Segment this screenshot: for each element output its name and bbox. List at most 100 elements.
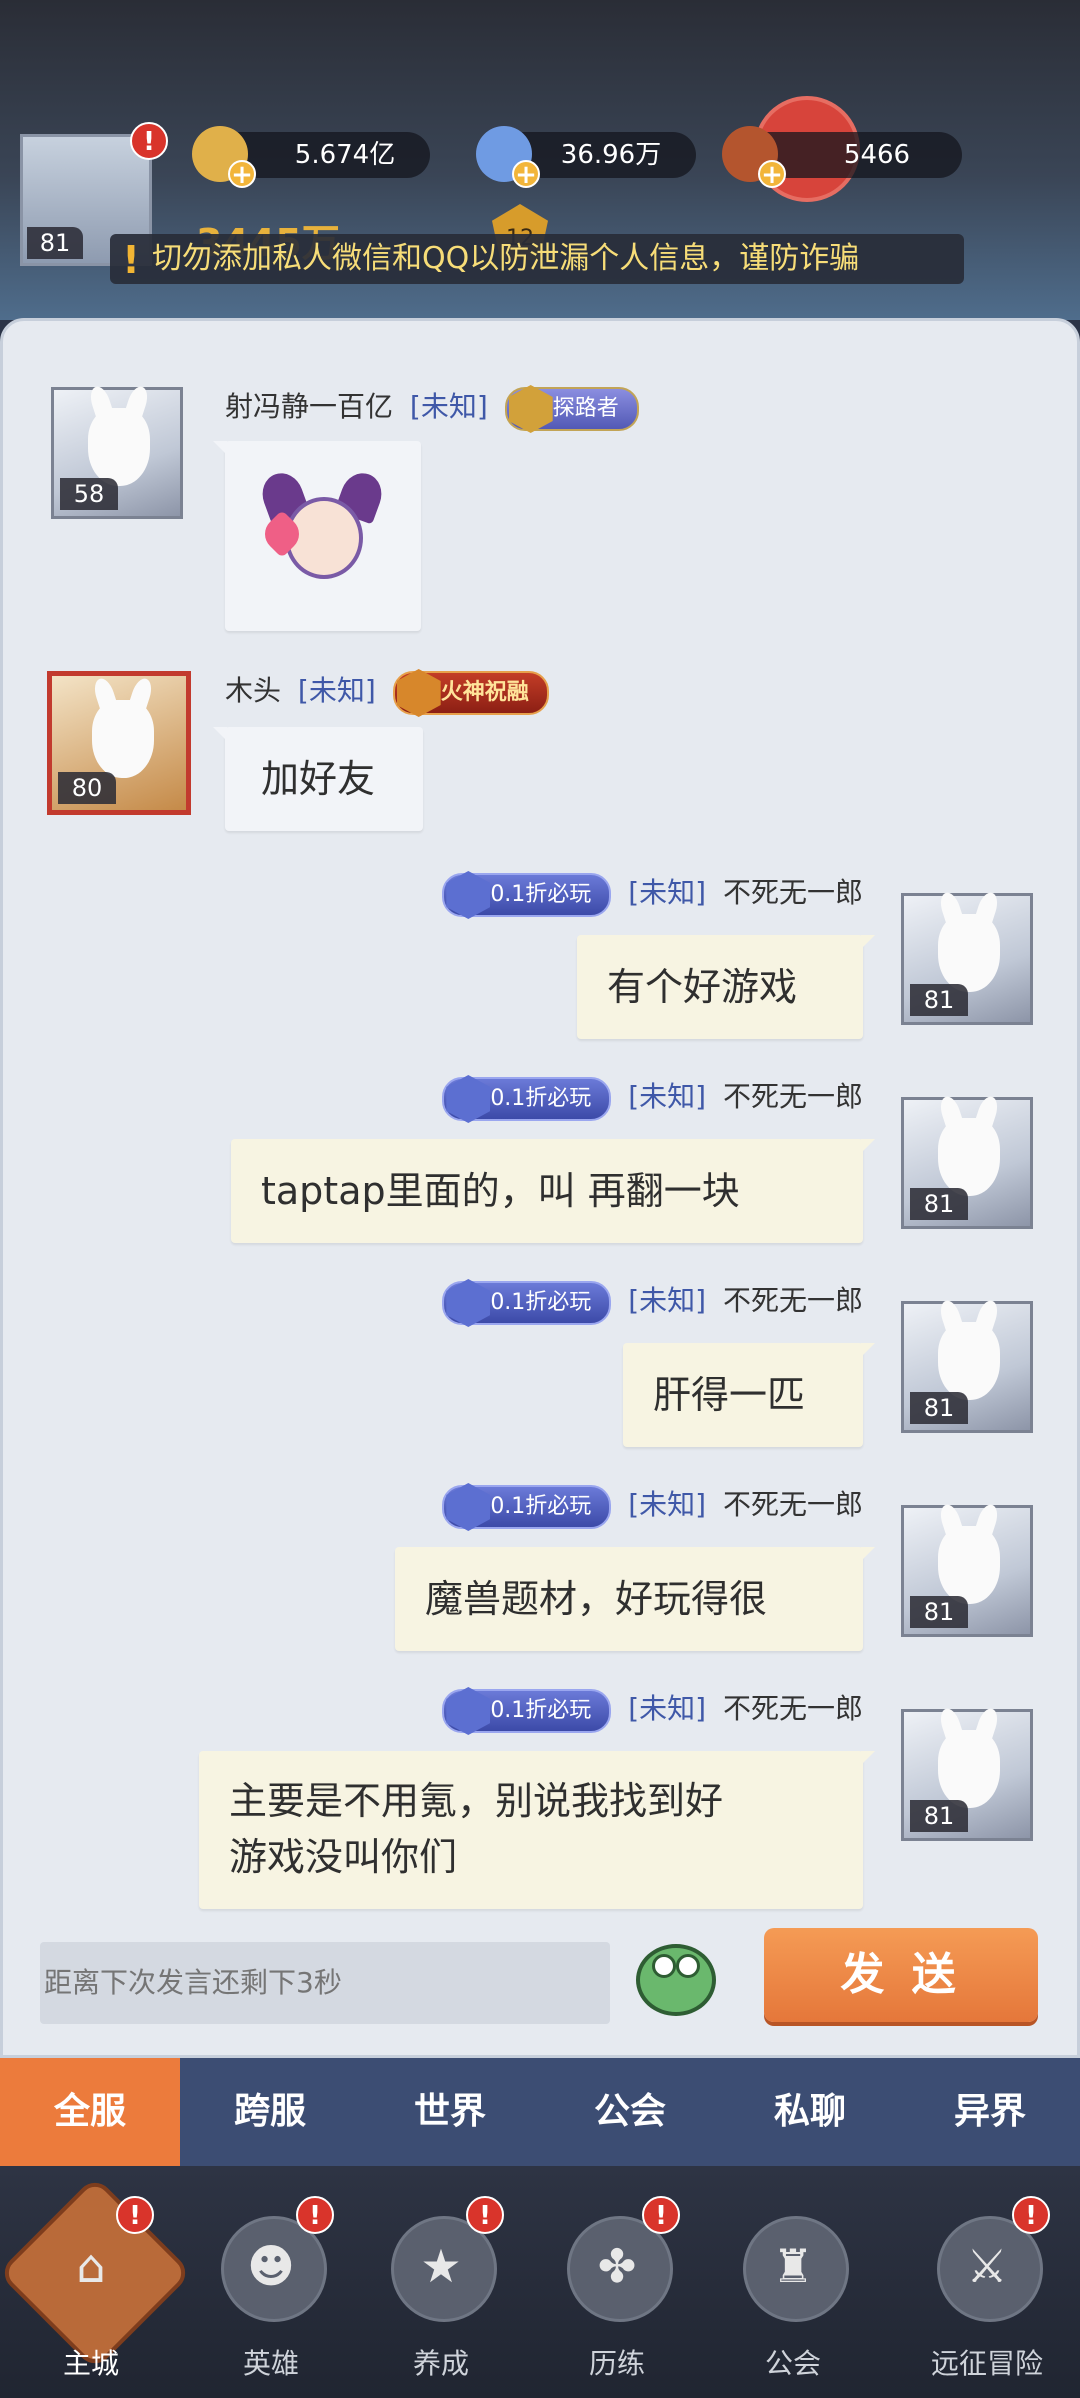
shield-emblem-icon <box>446 1279 491 1327</box>
nav-heroes[interactable]: ☻ 英雄 ! <box>196 2196 346 2386</box>
nav-label: 远征冒险 <box>930 2347 1043 2380</box>
title-text: 火神祝融 <box>440 680 529 705</box>
fox-mask-icon <box>938 1526 1000 1604</box>
ticket-resource[interactable]: + 5466 <box>722 126 962 188</box>
star-icon: ★ <box>420 2239 462 2293</box>
nav-training[interactable]: ✤ 历练 ! <box>542 2196 692 2386</box>
sender-name[interactable]: 木头 <box>225 674 281 707</box>
title-text: 0.1折必玩 <box>490 1494 592 1519</box>
frog-emoji-icon[interactable] <box>636 1944 716 2016</box>
plus-icon[interactable]: + <box>758 160 786 188</box>
title-text: 0.1折必玩 <box>490 882 592 907</box>
plus-icon[interactable]: + <box>228 160 256 188</box>
diamond-value: 36.96万 <box>560 140 662 170</box>
tab-guild[interactable]: 公会 <box>540 2058 720 2166</box>
channel-tabs: 全服 跨服 世界 公会 私聊 异界 <box>0 2058 1080 2166</box>
sender-tag: [未知] <box>409 390 488 423</box>
nav-red-dot: ! <box>296 2196 334 2234</box>
sender-info: 0.1折必玩 [未知] 不死无一郎 <box>442 1075 863 1123</box>
title-badge: 0.1折必玩 <box>442 1075 612 1123</box>
title-badge: 0.1折必玩 <box>442 1687 612 1735</box>
nav-guild[interactable]: ♜ 公会 <box>718 2196 868 2386</box>
sender-info: 0.1折必玩 [未知] 不死无一郎 <box>442 1687 863 1735</box>
message-line: 主要是不用氪，别说我找到好 <box>229 1779 724 1823</box>
sender-tag: [未知] <box>628 1080 707 1113</box>
sender-name[interactable]: 射冯静一百亿 <box>225 390 393 423</box>
sender-tag: [未知] <box>297 674 376 707</box>
player-level: 81 <box>27 227 83 259</box>
ticket-value: 5466 <box>843 140 911 170</box>
safety-notice: 切勿添加私人微信和QQ以防泄漏个人信息，谨防诈骗 <box>110 234 964 284</box>
nav-label: 公会 <box>764 2347 821 2380</box>
shield-emblem-icon <box>446 1075 491 1123</box>
sender-avatar[interactable]: 81 <box>901 1097 1033 1229</box>
tab-private[interactable]: 私聊 <box>720 2058 900 2166</box>
title-text: 0.1折必玩 <box>490 1698 592 1723</box>
sender-tag: [未知] <box>628 1488 707 1521</box>
sender-name[interactable]: 不死无一郎 <box>723 1284 863 1317</box>
avatar-level: 81 <box>910 1596 968 1628</box>
fox-mask-icon <box>938 1322 1000 1400</box>
nav-label: 养成 <box>412 2347 469 2380</box>
demon-girl-sticker-icon <box>256 467 388 599</box>
shield-emblem-icon <box>446 1687 491 1735</box>
avatar-level: 58 <box>60 478 118 510</box>
shield-emblem-icon <box>446 1483 491 1531</box>
diamond-resource[interactable]: + 36.96万 <box>476 126 696 188</box>
avatar-level: 81 <box>910 1392 968 1424</box>
sender-name[interactable]: 不死无一郎 <box>723 1488 863 1521</box>
message-bubble[interactable]: 主要是不用氪，别说我找到好 游戏没叫你们 <box>199 1751 875 1909</box>
nav-main-city[interactable]: ⌂ 主城 ! <box>0 2175 193 2386</box>
sender-info: 木头 [未知] 火神祝融 <box>225 669 549 717</box>
avatar-level: 81 <box>910 1188 968 1220</box>
chat-panel: 58 射冯静一百亿 [未知] 探路者 80 木头 [未知] 火神祝融 加好友 8… <box>0 318 1080 2058</box>
sender-tag: [未知] <box>628 876 707 909</box>
sender-avatar[interactable]: 81 <box>901 1709 1033 1841</box>
emblem-icon <box>508 385 553 433</box>
sender-name[interactable]: 不死无一郎 <box>723 1080 863 1113</box>
nav-cultivate[interactable]: ★ 养成 ! <box>366 2196 516 2386</box>
sender-avatar[interactable]: 58 <box>51 387 183 519</box>
nav-red-dot: ! <box>1012 2196 1050 2234</box>
message-bubble[interactable]: 加好友 <box>213 727 423 831</box>
sender-avatar[interactable]: 81 <box>901 893 1033 1025</box>
crossed-swords-icon: ⚔ <box>966 2239 1008 2293</box>
sender-name[interactable]: 不死无一郎 <box>723 876 863 909</box>
fox-mask-icon <box>92 700 154 778</box>
grid-icon: ✤ <box>597 2239 637 2293</box>
hero-mask-icon: ☻ <box>247 2239 295 2293</box>
message-bubble[interactable]: 有个好游戏 <box>577 935 875 1039</box>
message-bubble[interactable]: 肝得一匹 <box>623 1343 875 1447</box>
guild-tower-icon: ♜ <box>772 2239 814 2293</box>
tab-otherworld[interactable]: 异界 <box>900 2058 1080 2166</box>
avatar-level: 81 <box>910 984 968 1016</box>
message-bubble[interactable]: 魔兽题材，好玩得很 <box>395 1547 875 1651</box>
sticker-bubble[interactable] <box>213 441 421 631</box>
sender-info: 射冯静一百亿 [未知] 探路者 <box>225 385 639 433</box>
gold-resource[interactable]: + 5.674亿 <box>192 126 430 188</box>
title-badge: 0.1折必玩 <box>442 871 612 919</box>
sender-name[interactable]: 不死无一郎 <box>723 1692 863 1725</box>
fox-mask-icon <box>938 1118 1000 1196</box>
sender-avatar[interactable]: 81 <box>901 1505 1033 1637</box>
sender-avatar[interactable]: 80 <box>47 671 191 815</box>
send-button[interactable]: 发 送 <box>764 1928 1038 2022</box>
nav-expedition[interactable]: ⚔ 远征冒险 ! <box>912 2196 1062 2386</box>
bottom-navigation: ⌂ 主城 ! ☻ 英雄 ! ★ 养成 ! ✤ 历练 ! ♜ 公会 ⚔ 远征冒险 … <box>0 2166 1080 2398</box>
sender-avatar[interactable]: 81 <box>901 1301 1033 1433</box>
message-line: 游戏没叫你们 <box>229 1835 458 1879</box>
fox-mask-icon <box>938 1730 1000 1808</box>
shield-emblem-icon <box>446 871 491 919</box>
nav-red-dot: ! <box>466 2196 504 2234</box>
chat-input[interactable] <box>40 1942 610 2024</box>
avatar-red-dot: ! <box>130 122 168 160</box>
title-badge: 0.1折必玩 <box>442 1279 612 1327</box>
tab-all-server[interactable]: 全服 <box>0 2058 180 2166</box>
message-bubble[interactable]: taptap里面的，叫 再翻一块 <box>231 1139 875 1243</box>
tab-world[interactable]: 世界 <box>360 2058 540 2166</box>
sender-info: 0.1折必玩 [未知] 不死无一郎 <box>442 1279 863 1327</box>
sender-info: 0.1折必玩 [未知] 不死无一郎 <box>442 1483 863 1531</box>
title-text: 0.1折必玩 <box>490 1290 592 1315</box>
tab-cross-server[interactable]: 跨服 <box>180 2058 360 2166</box>
flame-emblem-icon <box>396 669 441 717</box>
